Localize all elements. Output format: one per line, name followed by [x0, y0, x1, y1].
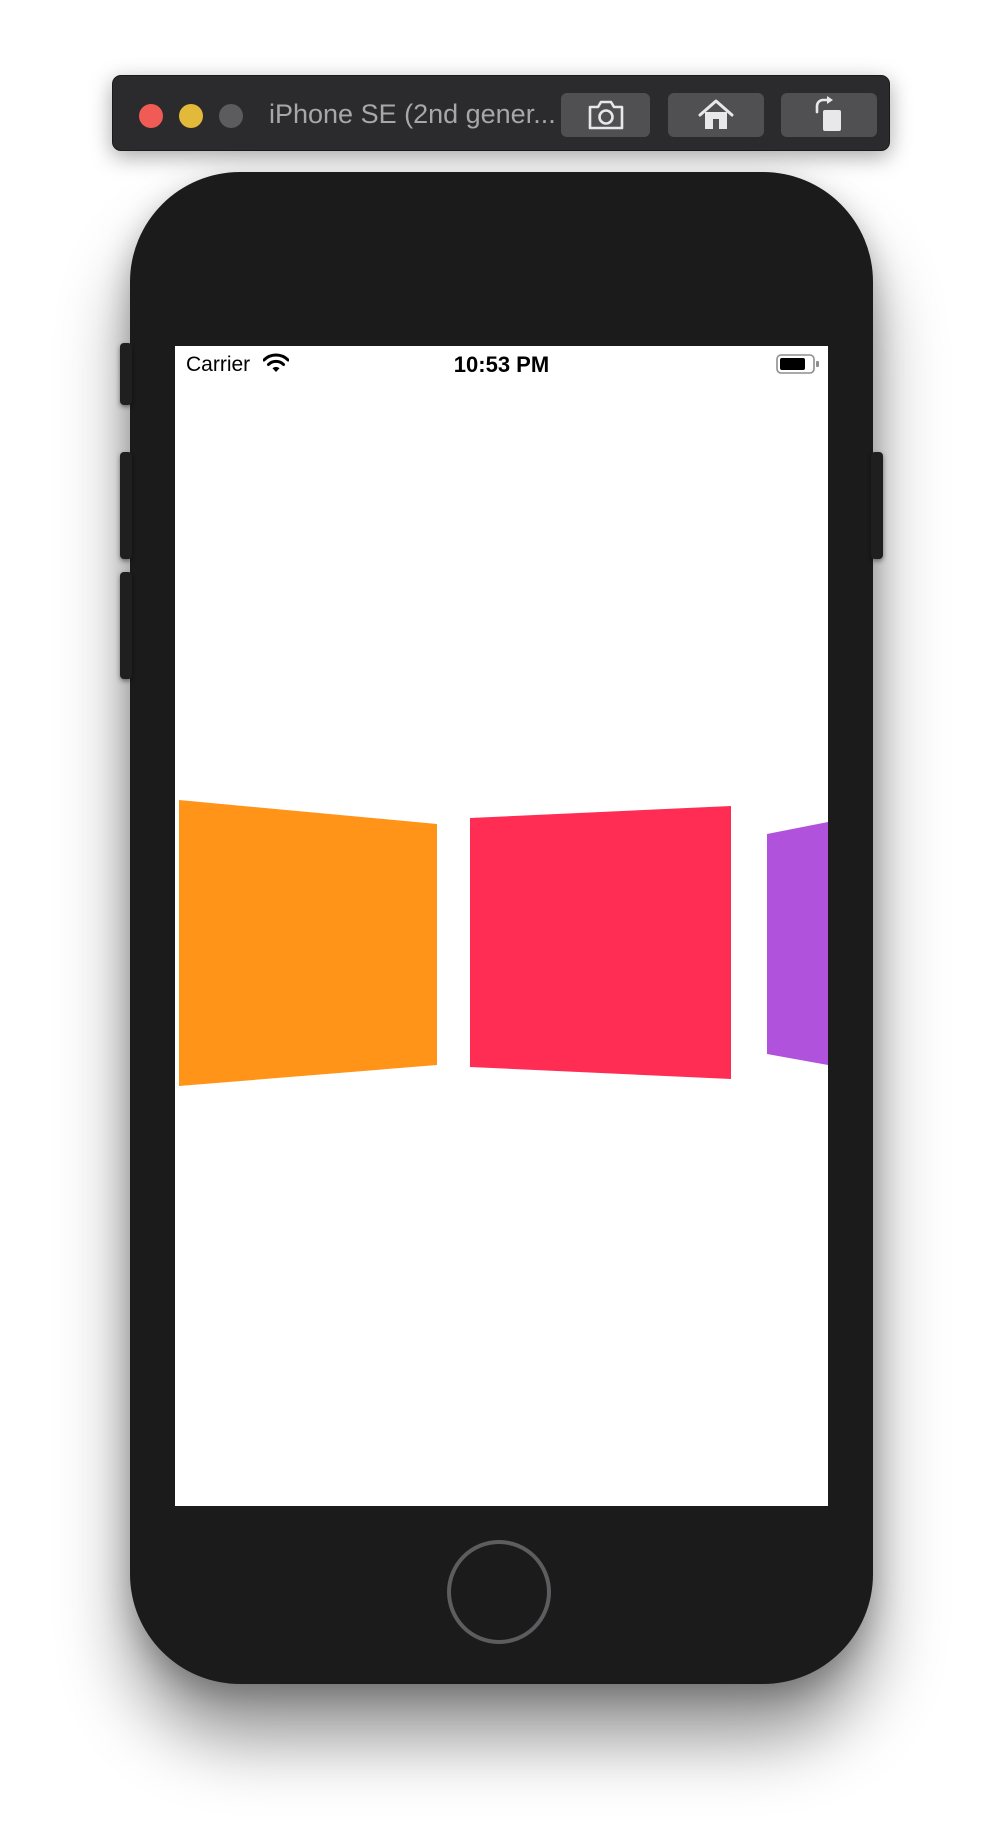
window-title: iPhone SE (2nd gener... [269, 99, 556, 129]
purple-card[interactable] [767, 822, 828, 1065]
close-window-button[interactable] [139, 104, 163, 128]
power-button[interactable] [871, 452, 883, 559]
home-button[interactable] [447, 1540, 551, 1644]
simulator-stage: iPhone SE (2nd gener... Carrier 10:53 PM [0, 0, 1002, 1828]
home-icon [698, 99, 734, 129]
screenshot-button[interactable] [561, 93, 650, 137]
mute-switch[interactable] [120, 343, 132, 405]
home-toolbar-button[interactable] [668, 93, 764, 137]
volume-up-button[interactable] [120, 452, 132, 559]
red-card[interactable] [470, 806, 731, 1079]
simulator-titlebar: iPhone SE (2nd gener... [112, 75, 890, 151]
device-screen: Carrier 10:53 PM [175, 346, 828, 1506]
carousel[interactable] [175, 346, 828, 1506]
orange-card[interactable] [179, 800, 437, 1086]
minimize-window-button[interactable] [179, 104, 203, 128]
rotate-button[interactable] [781, 93, 877, 137]
rotate-icon [815, 96, 841, 131]
camera-icon [588, 100, 623, 130]
volume-down-button[interactable] [120, 572, 132, 679]
zoom-window-button[interactable] [219, 104, 243, 128]
